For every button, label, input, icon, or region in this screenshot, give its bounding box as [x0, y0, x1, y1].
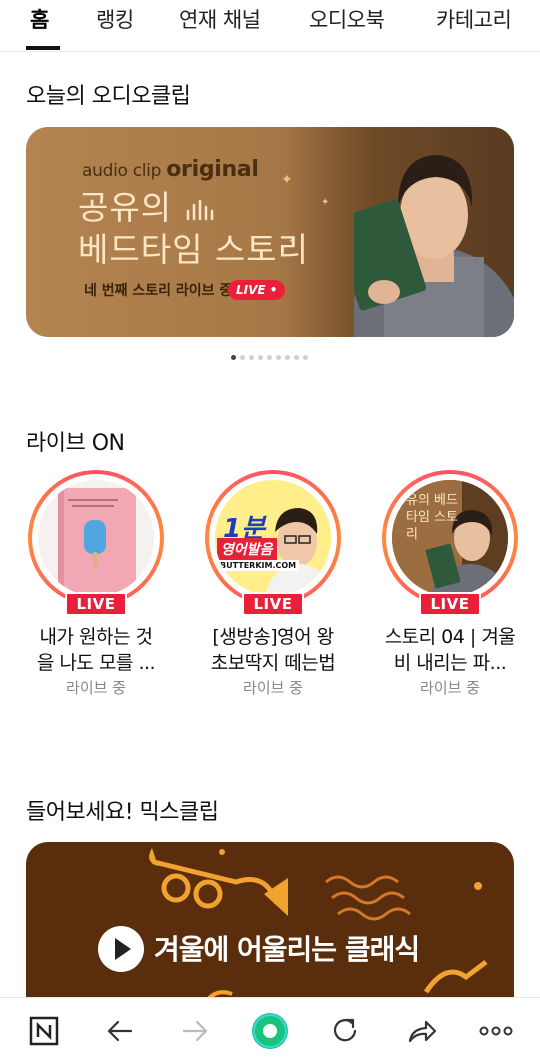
- live-item-title[interactable]: 스토리 04 | 겨울 비 내리는 파...: [370, 624, 530, 676]
- live-title-line2: 을 나도 모를 ...: [36, 652, 156, 674]
- live-item[interactable]: LIVE 내가 원하는 것 을 나도 모를 ... 라이브 중: [16, 470, 176, 700]
- tab-home[interactable]: 홈: [30, 4, 49, 34]
- live-badge: LIVE: [419, 592, 481, 616]
- browser-bottom-bar: [0, 997, 540, 1062]
- page-dot: [258, 355, 263, 360]
- tab-audiobook[interactable]: 오디오북: [309, 4, 385, 34]
- live-badge: LIVE: [65, 592, 127, 616]
- banner-title-line2: 베드타임 스토리: [78, 230, 310, 269]
- live-title-line1: [생방송]영어 왕: [212, 626, 334, 648]
- live-title-line1: 내가 원하는 것: [39, 626, 153, 648]
- green-dot-icon[interactable]: [251, 1012, 289, 1050]
- live-status: 라이브 중: [66, 679, 126, 697]
- top-tab-bar: 홈 랭킹 연재 채널 오디오북 카테고리: [0, 0, 540, 52]
- live-thumbnail[interactable]: [38, 480, 154, 596]
- more-icon[interactable]: [477, 1012, 515, 1050]
- thumb-text-small: BUTTERKIM.COM: [217, 560, 300, 571]
- host-portrait: [354, 155, 514, 337]
- banner-title: 공유의 베드타임 스토리: [78, 187, 309, 271]
- page-dot: [285, 355, 290, 360]
- page-dot: [249, 355, 254, 360]
- live-item[interactable]: 1분 영어발음 BUTTERKIM.COM LIVE [생방송]영어 왕 초보딱…: [193, 470, 353, 700]
- live-ring: 1분 영어발음 BUTTERKIM.COM: [205, 470, 341, 606]
- tab-series-channel[interactable]: 연재 채널: [179, 4, 261, 34]
- refresh-icon[interactable]: [326, 1012, 364, 1050]
- instrument-illustration: [149, 848, 488, 1004]
- back-arrow-icon[interactable]: [101, 1012, 139, 1050]
- live-title-line2: 비 내리는 파...: [393, 652, 507, 674]
- section-title-today: 오늘의 오디오클립: [26, 84, 191, 109]
- live-status: 라이브 중: [243, 679, 303, 697]
- page-dot: [294, 355, 299, 360]
- brand-main: original: [166, 157, 259, 182]
- banner-title-line1: 공유의: [78, 188, 173, 227]
- sparkle-icon: ✦: [321, 197, 330, 208]
- live-title-line1: 스토리 04 | 겨울: [384, 626, 516, 648]
- banner-live-badge: LIVE •: [228, 280, 286, 300]
- live-status: 라이브 중: [420, 679, 480, 697]
- page-dot: [303, 355, 308, 360]
- live-ring: [28, 470, 164, 606]
- share-icon[interactable]: [402, 1012, 440, 1050]
- mix-banner[interactable]: 겨울에 어울리는 클래식: [26, 842, 514, 1012]
- live-thumbnail[interactable]: 유의 베드타임 스토리: [392, 480, 508, 596]
- page-dot: [267, 355, 272, 360]
- banner-subtitle: 네 번째 스토리 라이브 중: [84, 283, 233, 299]
- sparkle-icon: ✦: [281, 172, 293, 188]
- naver-home-icon[interactable]: [25, 1012, 63, 1050]
- section-title-live: 라이브 ON: [26, 431, 125, 456]
- book-cover-image: [38, 480, 154, 596]
- play-icon[interactable]: [98, 926, 144, 972]
- thumb-text: 유의 베드타임 스토리: [406, 493, 458, 542]
- live-title-line2: 초보딱지 떼는법: [210, 652, 336, 674]
- section-title-mix: 들어보세요! 믹스클립: [26, 800, 219, 825]
- page-dot: [276, 355, 281, 360]
- banner-brand: audio clip original: [82, 157, 259, 182]
- banner-live-label: LIVE: [236, 283, 266, 297]
- brand-prefix: audio clip: [82, 161, 162, 181]
- mix-banner-title: 겨울에 어울리는 클래식: [154, 933, 420, 966]
- live-item-title[interactable]: 내가 원하는 것 을 나도 모를 ...: [16, 624, 176, 676]
- page-dot: [231, 355, 236, 360]
- forward-arrow-icon[interactable]: [176, 1012, 214, 1050]
- live-thumbnail[interactable]: 1분 영어발음 BUTTERKIM.COM: [215, 480, 331, 596]
- live-item-title[interactable]: [생방송]영어 왕 초보딱지 떼는법: [193, 624, 353, 676]
- thumb-text-mid: 영어발음: [217, 538, 277, 560]
- live-item[interactable]: 유의 베드타임 스토리 LIVE 스토리 04 | 겨울 비 내리는 파... …: [370, 470, 530, 700]
- sound-wave-icon: [186, 199, 213, 220]
- live-ring: 유의 베드타임 스토리: [382, 470, 518, 606]
- page-dot: [240, 355, 245, 360]
- active-tab-indicator: [26, 46, 60, 50]
- tab-ranking[interactable]: 랭킹: [96, 4, 134, 34]
- live-badge: LIVE: [242, 592, 304, 616]
- featured-banner[interactable]: ✦ ✦ ✦ audio clip original 공유의 베드타임 스토리 네…: [26, 127, 514, 337]
- tab-category[interactable]: 카테고리: [436, 4, 512, 34]
